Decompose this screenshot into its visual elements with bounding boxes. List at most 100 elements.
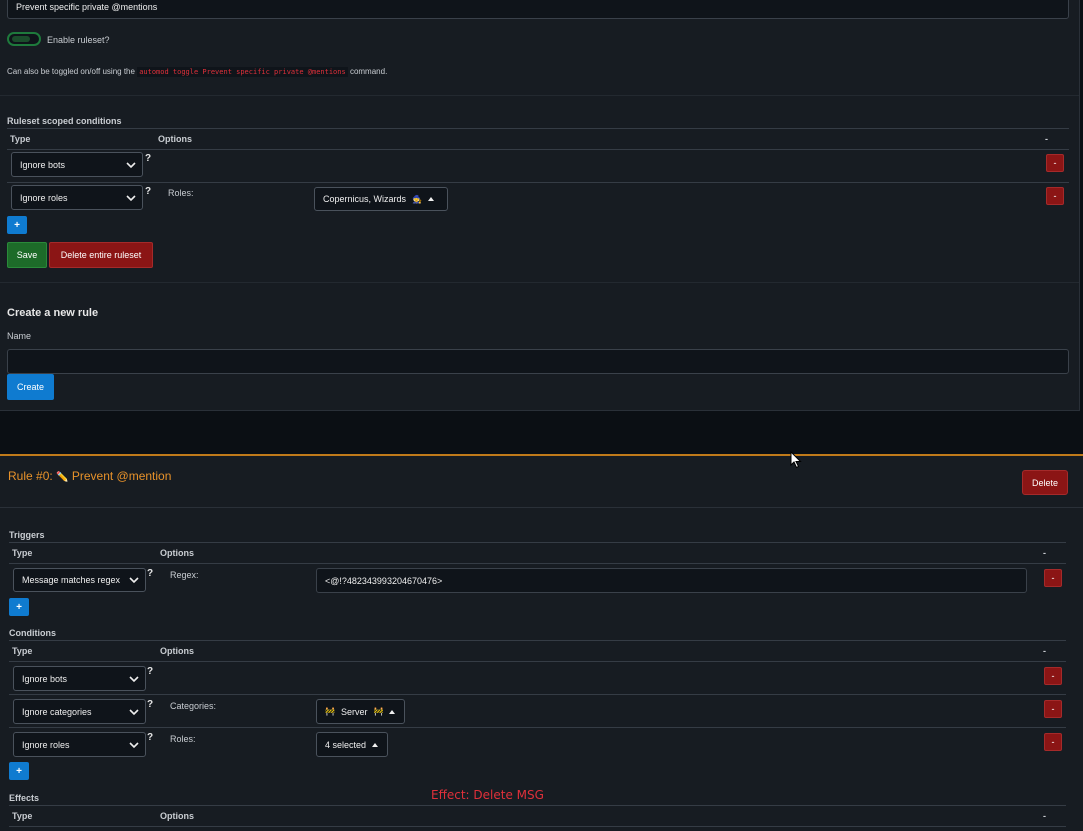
condition-type-value: Ignore bots [22, 673, 68, 684]
barrier-icon: 🚧 [325, 707, 335, 716]
help-icon[interactable]: ? [147, 699, 153, 710]
roles-multiselect[interactable]: Copernicus, Wizards 🧙 [314, 187, 448, 211]
remove-condition-button[interactable]: - [1046, 187, 1064, 205]
wizard-icon: 🧙 [412, 194, 422, 204]
condition-type-select[interactable]: Ignore roles [13, 732, 146, 757]
condition-type-value: Ignore bots [20, 159, 66, 170]
ruleset-panel: Prevent specific private @mentions Enabl… [0, 0, 1080, 411]
rule-panel: Rule #0: ✏️ Prevent @mention Delete Trig… [0, 454, 1083, 831]
col-dash-header: - [1043, 646, 1046, 656]
caret-up-icon [372, 742, 379, 747]
condition-type-select[interactable]: Ignore bots [13, 666, 146, 691]
remove-condition-button[interactable]: - [1044, 667, 1062, 685]
regex-value: <@!?482343993204670476> [325, 575, 443, 586]
col-options-header: Options [160, 646, 194, 656]
ruleset-conditions-title: Ruleset scoped conditions [7, 116, 122, 126]
help-icon[interactable]: ? [147, 732, 153, 743]
pencil-icon: ✏️ [56, 472, 69, 483]
roles-value: 4 selected [325, 739, 367, 750]
delete-rule-button[interactable]: Delete [1022, 470, 1068, 495]
table-border [7, 128, 1069, 129]
effect-annotation: Effect: Delete MSG [431, 788, 544, 802]
row-divider [9, 727, 1066, 728]
new-rule-name-label: Name [7, 331, 32, 341]
col-dash-header: - [1043, 811, 1046, 821]
create-rule-button[interactable]: Create [7, 374, 54, 400]
categories-multiselect[interactable]: 🚧 Server 🚧 [316, 699, 405, 724]
col-type-header: Type [10, 134, 31, 144]
rule-title-name: Prevent @mention [71, 469, 172, 483]
roles-multiselect[interactable]: 4 selected [316, 732, 388, 757]
condition-type-value: Ignore categories [22, 706, 92, 717]
add-condition-button[interactable]: + [9, 762, 29, 780]
add-condition-button[interactable]: + [7, 216, 27, 234]
col-type-header: Type [12, 646, 33, 656]
chevron-down-icon [126, 194, 136, 201]
roles-label: Roles: [170, 734, 196, 744]
col-dash-header: - [1043, 548, 1046, 558]
condition-type-select[interactable]: Ignore categories [13, 699, 146, 724]
col-options-header: Options [158, 134, 192, 144]
divider [0, 507, 1083, 508]
categories-value: Server [340, 706, 368, 717]
row-divider [9, 694, 1066, 695]
row-divider [7, 182, 1069, 183]
hint-command: automod toggle Prevent specific private … [137, 67, 348, 77]
condition-type-value: Ignore roles [22, 739, 70, 750]
remove-condition-button[interactable]: - [1044, 700, 1062, 718]
divider [0, 95, 1079, 96]
effects-title: Effects [9, 793, 40, 803]
remove-condition-button[interactable]: - [1046, 154, 1064, 172]
create-rule-title: Create a new rule [7, 307, 99, 319]
ruleset-name-input[interactable]: Prevent specific private @mentions [7, 0, 1069, 19]
table-border [9, 542, 1066, 543]
new-rule-name-input[interactable] [7, 349, 1069, 374]
mouse-cursor-icon [790, 451, 802, 469]
hint-prefix: Can also be toggled on/off using the [7, 67, 135, 76]
regex-input[interactable]: <@!?482343993204670476> [316, 568, 1027, 593]
table-border [9, 826, 1066, 827]
barrier-icon: 🚧 [373, 707, 384, 716]
help-icon[interactable]: ? [147, 568, 153, 579]
help-icon[interactable]: ? [145, 186, 151, 197]
help-icon[interactable]: ? [147, 666, 153, 677]
hint-suffix: command. [349, 67, 388, 76]
condition-type-select[interactable]: Ignore bots [11, 152, 143, 177]
chevron-down-icon [129, 675, 139, 682]
enable-ruleset-toggle[interactable] [7, 32, 41, 46]
condition-type-value: Ignore roles [20, 192, 68, 203]
rule-title-prefix: Rule #0: [8, 469, 53, 483]
col-options-header: Options [160, 811, 194, 821]
enable-ruleset-label: Enable ruleset? [47, 35, 110, 45]
chevron-down-icon [129, 577, 139, 584]
roles-value: Copernicus, Wizards [323, 194, 407, 204]
col-type-header: Type [12, 811, 33, 821]
remove-condition-button[interactable]: - [1044, 733, 1062, 751]
help-icon[interactable]: ? [145, 153, 151, 164]
conditions-title: Conditions [9, 628, 56, 638]
chevron-down-icon [126, 161, 136, 168]
roles-label: Roles: [168, 188, 194, 198]
table-border [9, 661, 1066, 662]
chevron-down-icon [129, 708, 139, 715]
regex-label: Regex: [170, 570, 199, 580]
ruleset-name-value: Prevent specific private @mentions [16, 1, 158, 12]
table-border [9, 563, 1066, 564]
delete-ruleset-button[interactable]: Delete entire ruleset [49, 242, 153, 268]
triggers-title: Triggers [9, 530, 45, 540]
table-border [7, 149, 1069, 150]
col-options-header: Options [160, 548, 194, 558]
col-dash-header: - [1045, 134, 1048, 144]
categories-label: Categories: [170, 701, 217, 711]
caret-up-icon [428, 197, 434, 201]
condition-type-select[interactable]: Ignore roles [11, 185, 143, 210]
remove-trigger-button[interactable]: - [1044, 569, 1062, 587]
add-trigger-button[interactable]: + [9, 598, 29, 616]
save-button[interactable]: Save [7, 242, 47, 268]
chevron-down-icon [129, 741, 139, 748]
caret-up-icon [389, 709, 396, 714]
table-border [9, 805, 1066, 806]
col-type-header: Type [12, 548, 33, 558]
toggle-hint: Can also be toggled on/off using the aut… [7, 67, 388, 77]
trigger-type-select[interactable]: Message matches regex [13, 568, 146, 592]
